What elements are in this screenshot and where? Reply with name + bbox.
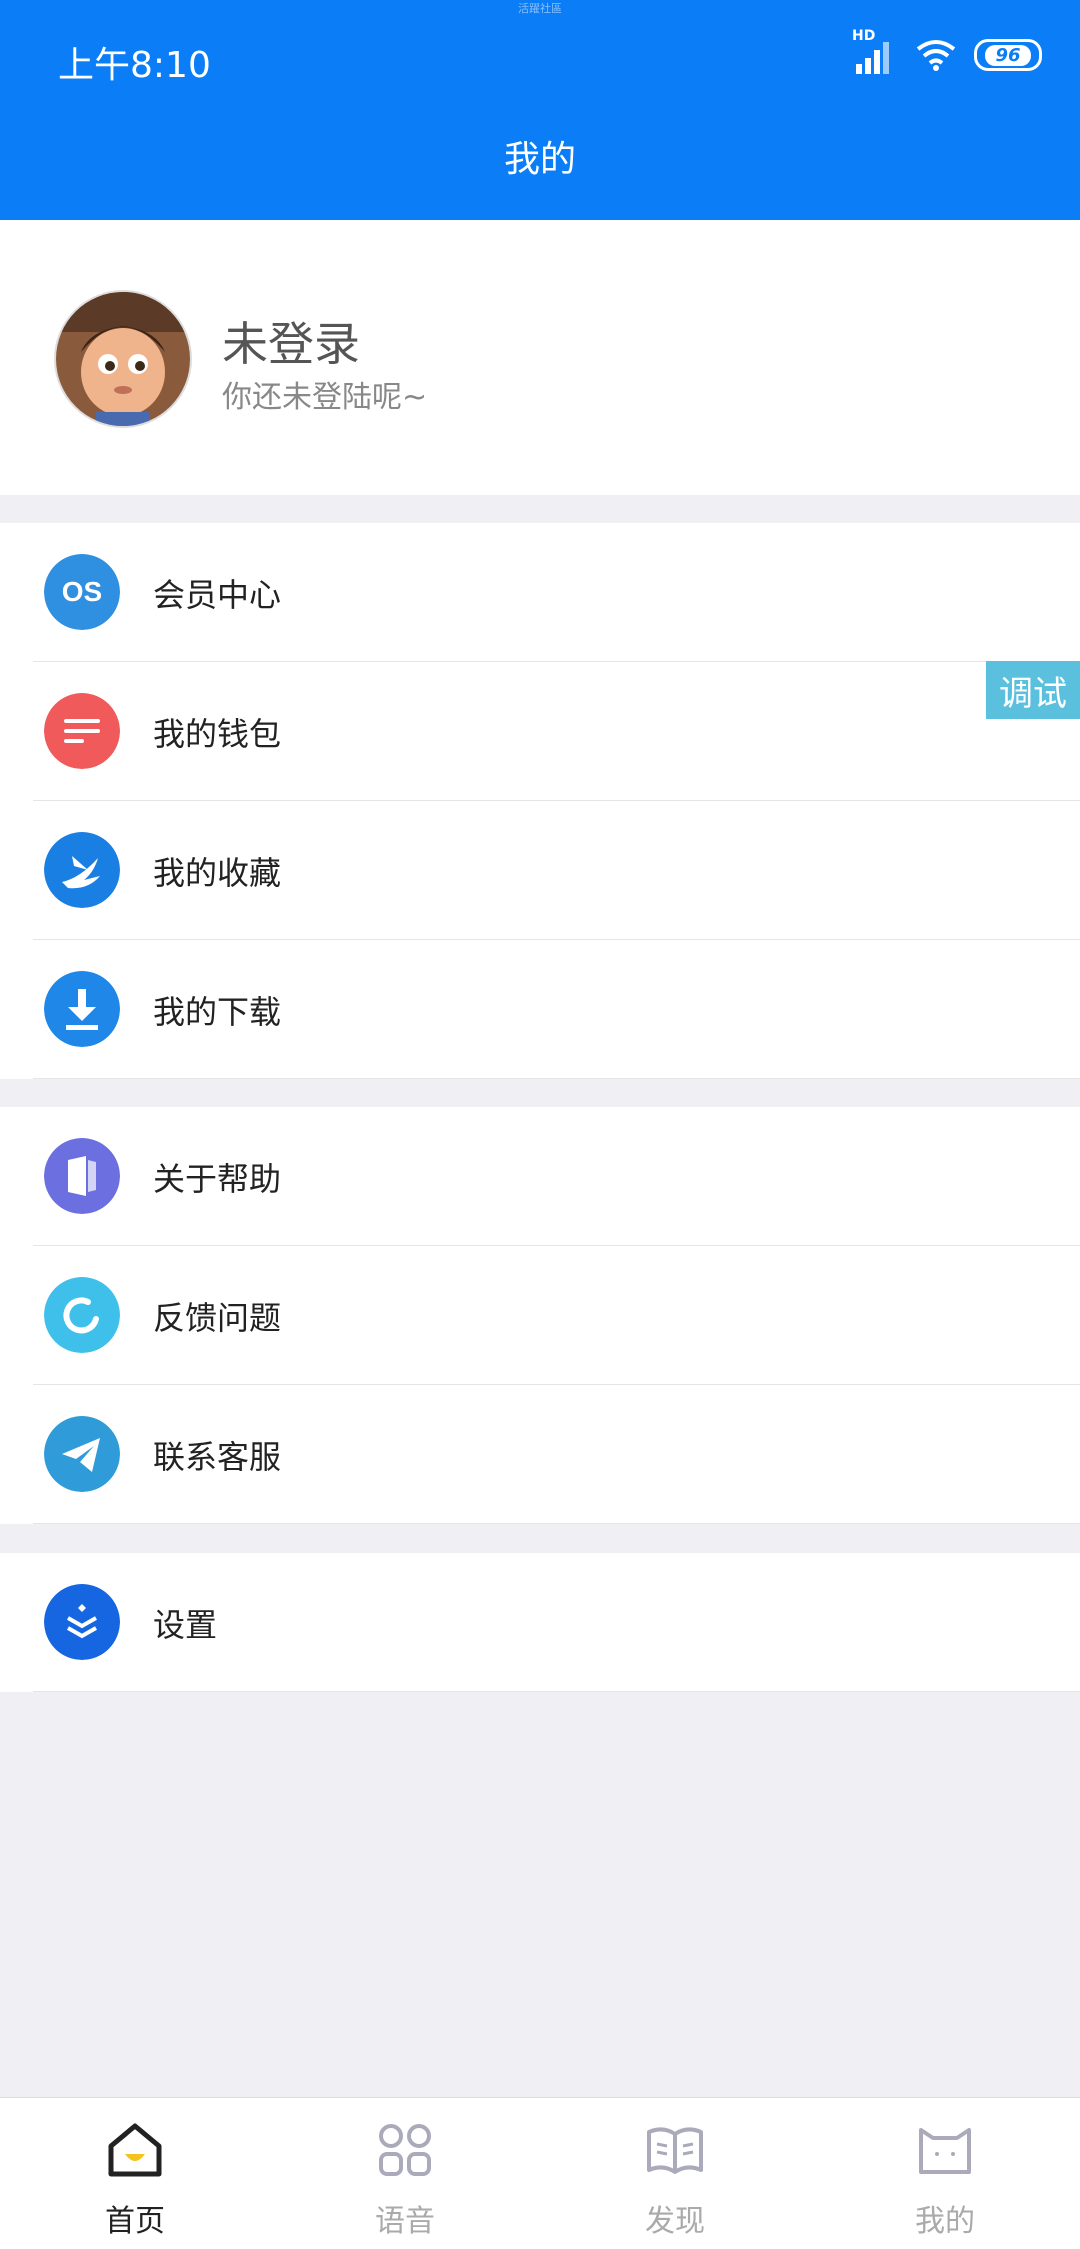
grid-icon [379, 2124, 431, 2176]
bottom-tab-bar: 首页 语音 发现 我的 [0, 2097, 1080, 2249]
tab-mine[interactable]: 我的 [810, 2098, 1080, 2249]
menu-label: 会员中心 [153, 576, 282, 614]
tab-voice[interactable]: 语音 [270, 2098, 540, 2249]
menu-group-settings: 设置 [0, 1553, 1080, 1692]
menu-item-settings[interactable]: 设置 [0, 1553, 1080, 1692]
menu-label: 关于帮助 [153, 1160, 282, 1198]
swift-bird-icon [44, 832, 120, 908]
menu-item-member-center[interactable]: OS 会员中心 [0, 523, 1080, 662]
menu-label: 我的钱包 [153, 715, 282, 753]
page-title: 我的 [503, 139, 576, 180]
menu-item-feedback[interactable]: 反馈问题 [0, 1246, 1080, 1385]
door-icon [44, 1138, 120, 1214]
book-icon [647, 2127, 703, 2174]
menu-label: 设置 [153, 1606, 218, 1644]
svg-text:OS: OS [62, 576, 102, 607]
signal-icon: HD [852, 28, 898, 74]
tab-label: 语音 [375, 2204, 435, 2239]
watermark: 活躍社區 [518, 2, 562, 15]
debug-button[interactable]: 调试 [986, 661, 1080, 719]
menu-label: 联系客服 [153, 1438, 282, 1476]
download-icon [44, 971, 120, 1047]
profile-subtitle: 你还未登陆呢~ [222, 380, 428, 415]
menu-group-account: OS 会员中心 我的钱包 我的收藏 我的下载 [0, 523, 1080, 1079]
menu-label: 我的下载 [153, 993, 282, 1031]
wifi-icon [916, 40, 956, 71]
network-type: HD [852, 28, 876, 44]
divider [33, 1523, 1080, 1524]
tab-label: 首页 [105, 2204, 165, 2239]
battery-level: 96 [985, 44, 1031, 66]
battery-icon: 96 [974, 39, 1042, 71]
profile-card[interactable]: 未登录 你还未登陆呢~ [0, 220, 1080, 495]
tab-label: 我的 [915, 2204, 975, 2239]
tab-label: 发现 [645, 2204, 705, 2239]
lastfm-icon: OS [44, 554, 120, 630]
tab-discover[interactable]: 发现 [540, 2098, 810, 2249]
menu-label: 反馈问题 [153, 1299, 282, 1337]
refresh-ring-icon [44, 1277, 120, 1353]
menu-group-support: 关于帮助 反馈问题 联系客服 [0, 1107, 1080, 1524]
divider [33, 1691, 1080, 1692]
divider [33, 1078, 1080, 1079]
status-time: 上午8:10 [58, 45, 211, 86]
status-icons: HD 96 [852, 28, 1042, 74]
menu-item-favorites[interactable]: 我的收藏 [0, 801, 1080, 940]
menu-item-downloads[interactable]: 我的下载 [0, 940, 1080, 1079]
menu-item-wallet[interactable]: 我的钱包 [0, 662, 1080, 801]
home-icon [108, 2123, 162, 2177]
profile-name: 未登录 [222, 317, 360, 371]
tab-home[interactable]: 首页 [0, 2098, 270, 2249]
layers-icon [44, 1584, 120, 1660]
menu-item-contact-service[interactable]: 联系客服 [0, 1385, 1080, 1524]
top-header: 活躍社區 上午8:10 HD 96 我的 [0, 0, 1080, 220]
profile-cat-icon [919, 2128, 971, 2174]
wallet-lines-icon [44, 693, 120, 769]
telegram-icon [44, 1416, 120, 1492]
menu-label: 我的收藏 [153, 854, 282, 892]
avatar[interactable] [54, 290, 192, 428]
menu-item-about-help[interactable]: 关于帮助 [0, 1107, 1080, 1246]
